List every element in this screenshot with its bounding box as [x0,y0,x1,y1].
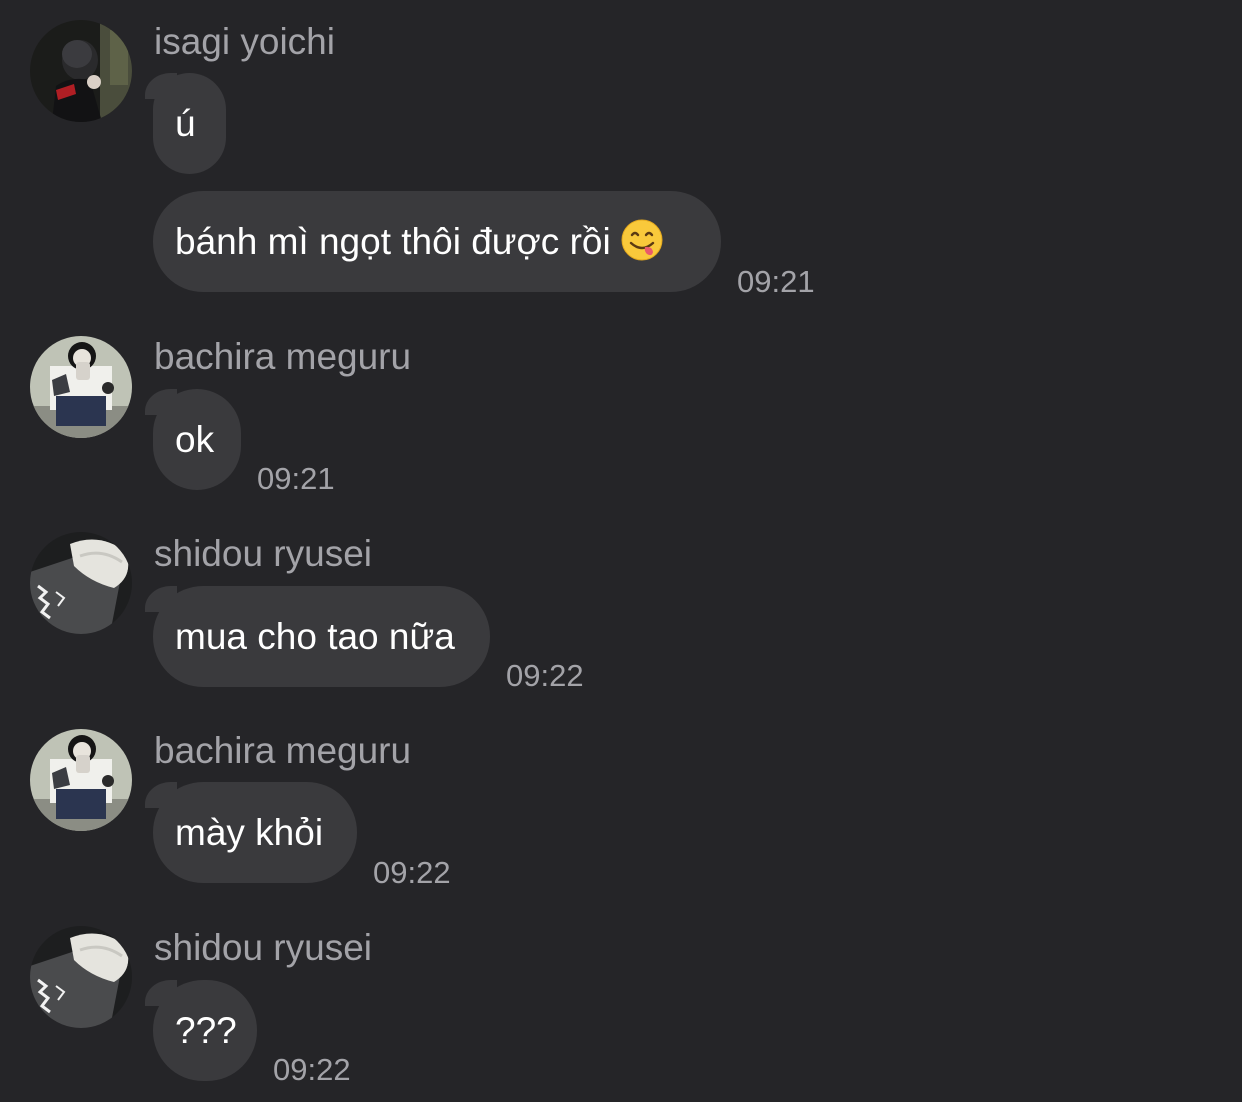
avatar-bachira-meguru[interactable] [30,729,132,831]
avatar-isagi-yoichi[interactable] [30,20,132,122]
sender-name: shidou ryusei [154,927,373,968]
message-bubble[interactable]: mua cho tao nữa [145,586,490,687]
message-text: mua cho tao nữa [175,616,455,657]
message-bubble[interactable]: ??? [145,980,257,1081]
sender-name: bachira meguru [154,336,412,377]
avatar-shidou-ryusei[interactable] [30,532,132,634]
message-text: ??? [175,1010,237,1051]
message-bubble[interactable]: bánh mì ngọt thôi được rồi [153,191,721,292]
avatar-shidou-ryusei[interactable] [30,926,132,1028]
message-timestamp: 09:21 [257,461,335,496]
sender-name: isagi yoichi [154,21,335,62]
message-text: ok [175,419,215,460]
sender-name: shidou ryusei [154,533,373,574]
message-text: ú [175,103,196,144]
avatar-bachira-meguru[interactable] [30,336,132,438]
savoring-food-face-emoji-icon [621,198,663,261]
message-timestamp: 09:21 [737,264,815,299]
sender-name: bachira meguru [154,730,412,771]
message-text: mày khỏi [175,812,324,853]
message-timestamp: 09:22 [273,1052,351,1087]
message-bubble[interactable]: mày khỏi [145,782,357,883]
message-text: bánh mì ngọt thôi được rồi [175,221,611,262]
message-timestamp: 09:22 [506,658,584,693]
message-timestamp: 09:22 [373,855,451,890]
message-bubble[interactable]: ok [145,389,241,490]
message-bubble[interactable]: ú [145,73,226,174]
